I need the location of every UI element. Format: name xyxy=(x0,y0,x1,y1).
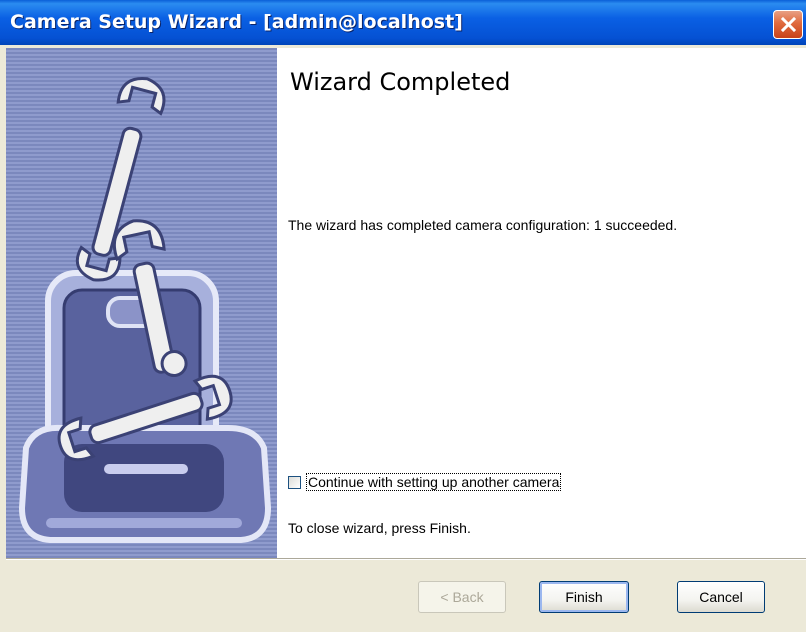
toolbox-wrenches-icon xyxy=(18,77,272,543)
wizard-window: Camera Setup Wizard - [admin@localhost] xyxy=(0,0,806,632)
page-title: Wizard Completed xyxy=(290,68,511,96)
wizard-banner xyxy=(6,48,277,558)
cancel-button[interactable]: Cancel xyxy=(677,581,765,613)
continue-setup-checkbox-row[interactable]: Continue with setting up another camera xyxy=(288,472,562,492)
continue-setup-label[interactable]: Continue with setting up another camera xyxy=(306,473,562,491)
close-button[interactable] xyxy=(773,10,803,39)
completion-message: The wizard has completed camera configur… xyxy=(288,217,678,233)
back-button[interactable]: < Back xyxy=(418,581,506,613)
finish-button[interactable]: Finish xyxy=(539,581,629,613)
continue-setup-checkbox[interactable] xyxy=(288,475,301,489)
button-separator xyxy=(6,558,806,560)
window-title: Camera Setup Wizard - [admin@localhost] xyxy=(10,11,463,33)
title-bar[interactable]: Camera Setup Wizard - [admin@localhost] xyxy=(0,0,806,45)
close-hint-text: To close wizard, press Finish. xyxy=(288,520,471,536)
close-icon xyxy=(780,16,797,33)
wizard-content: Wizard Completed The wizard has complete… xyxy=(277,48,806,558)
